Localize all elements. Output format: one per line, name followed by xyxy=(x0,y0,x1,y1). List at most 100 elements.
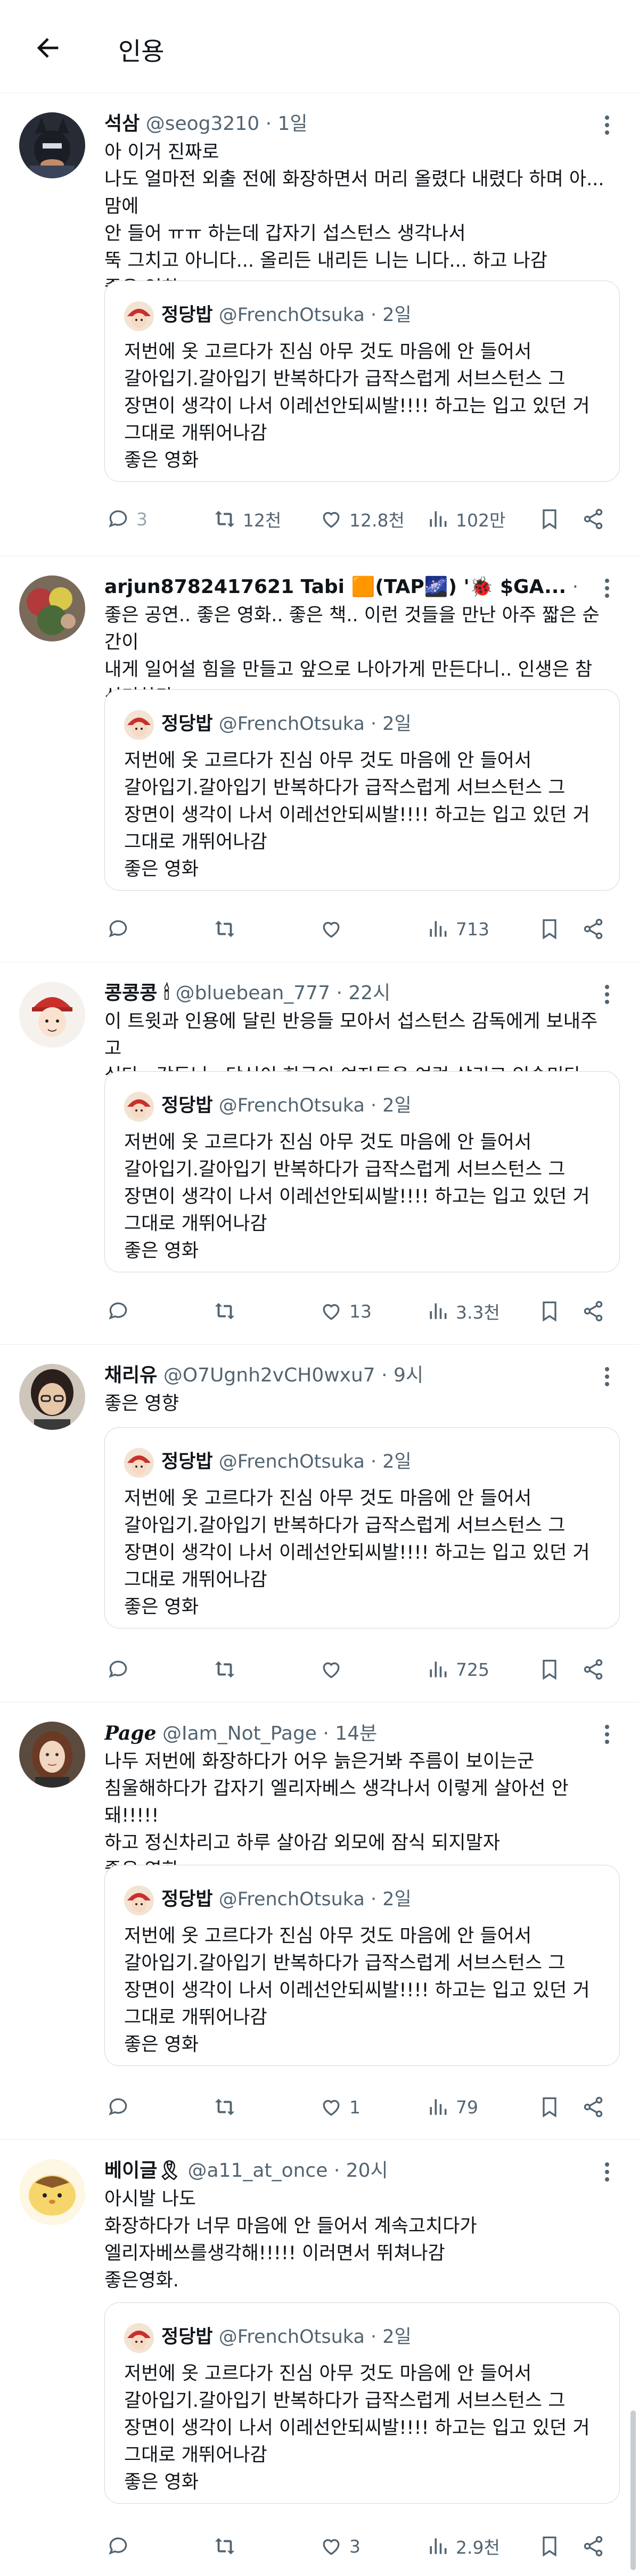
share-button[interactable] xyxy=(579,503,607,535)
views-button[interactable]: 713 xyxy=(424,913,489,945)
share-button[interactable] xyxy=(579,2530,607,2562)
handle[interactable]: @Iam_Not_Page xyxy=(162,1723,317,1744)
reply-icon xyxy=(109,1660,127,1678)
quoted-tweet[interactable]: 정당밥 @FrenchOtsuka · 2일 저번에 옷 고르다가 진심 아무 … xyxy=(104,281,620,482)
quoted-timestamp: · 2일 xyxy=(371,713,412,735)
views-chart-icon xyxy=(430,511,447,527)
avatar[interactable] xyxy=(19,2159,85,2225)
quoted-handle: @FrenchOtsuka xyxy=(218,2326,365,2348)
back-button[interactable] xyxy=(27,27,69,69)
page-title: 인용 xyxy=(118,37,165,67)
quoted-avatar xyxy=(124,1092,154,1122)
bookmark-button[interactable] xyxy=(536,1653,563,1685)
quoted-header: 정당밥 @FrenchOtsuka · 2일 xyxy=(161,1091,412,1121)
more-options-button[interactable] xyxy=(596,578,618,599)
like-button[interactable]: 3 xyxy=(317,2530,361,2562)
views-button[interactable]: 79 xyxy=(424,2091,478,2123)
more-options-button[interactable] xyxy=(596,114,618,136)
more-vertical-icon xyxy=(605,985,609,1004)
like-button[interactable]: 12.8천 xyxy=(317,503,405,535)
views-button[interactable]: 2.9천 xyxy=(424,2530,500,2562)
display-name[interactable]: 베이글🎗 xyxy=(104,2160,182,2182)
display-name[interactable]: arjun8782417621 Tabi 🟧(TAP🌌) '🐞 $GA... xyxy=(104,576,566,598)
retweet-button[interactable] xyxy=(211,1295,243,1327)
retweet-button[interactable] xyxy=(211,2091,243,2123)
tweet[interactable]: 콩콩콩 🕯 @bluebean_777 · 22시 이 트윗과 인용에 달린 반… xyxy=(0,962,639,1345)
views-button[interactable]: 102만 xyxy=(424,503,505,535)
tweet[interactable]: 베이글🎗 @a11_at_once · 20시 아시발 나도 화장하다가 너무 … xyxy=(0,2140,639,2576)
display-name[interactable]: Page xyxy=(104,1722,157,1744)
timestamp[interactable]: · 22시 xyxy=(336,982,390,1004)
bookmark-button[interactable] xyxy=(536,2091,563,2123)
reply-button[interactable] xyxy=(104,1653,136,1685)
tweet[interactable]: 채리유 @O7Ugnh2vCH0wxu7 · 9시 좋은 영향 정당밥 @Fre… xyxy=(0,1345,639,1702)
timestamp[interactable]: · 14분 xyxy=(323,1723,377,1744)
share-button[interactable] xyxy=(579,913,607,945)
reply-button[interactable] xyxy=(104,1295,136,1327)
quoted-handle: @FrenchOtsuka xyxy=(218,1095,365,1116)
tweet[interactable]: Page @Iam_Not_Page · 14분 나두 저번에 화장하다가 어우… xyxy=(0,1702,639,2140)
more-options-button[interactable] xyxy=(596,984,618,1005)
scrollbar[interactable] xyxy=(630,2410,636,2570)
avatar[interactable] xyxy=(19,1722,85,1788)
views-button[interactable]: 3.3천 xyxy=(424,1295,500,1327)
quoted-text: 저번에 옷 고르다가 진심 아무 것도 마음에 안 들어서 갈아입기.갈아입기 … xyxy=(124,1132,590,1262)
quoted-display-name: 정당밥 xyxy=(161,304,213,326)
like-button[interactable]: 1 xyxy=(317,2091,361,2123)
quoted-handle: @FrenchOtsuka xyxy=(218,1451,365,1472)
quoted-text: 저번에 옷 고르다가 진심 아무 것도 마음에 안 들어서 갈아입기.갈아입기 … xyxy=(124,2363,590,2493)
quoted-tweet[interactable]: 정당밥 @FrenchOtsuka · 2일 저번에 옷 고르다가 진심 아무 … xyxy=(104,1071,620,1272)
retweet-button[interactable]: 12천 xyxy=(211,503,281,535)
like-button[interactable] xyxy=(317,1653,349,1685)
avatar[interactable] xyxy=(19,575,85,641)
timestamp[interactable]: · 10시 xyxy=(572,576,584,598)
tweet[interactable]: arjun8782417621 Tabi 🟧(TAP🌌) '🐞 $GA... ·… xyxy=(0,556,639,962)
more-options-button[interactable] xyxy=(596,1366,618,1387)
views-button[interactable]: 725 xyxy=(424,1653,489,1685)
handle[interactable]: @bluebean_777 xyxy=(176,982,330,1004)
action-bar: 13 3.3천 xyxy=(104,1295,616,1327)
reply-icon xyxy=(109,510,127,528)
timestamp[interactable]: · 1일 xyxy=(266,113,308,135)
bookmark-button[interactable] xyxy=(536,1295,563,1327)
retweet-button[interactable] xyxy=(211,2530,243,2562)
reply-icon xyxy=(109,2537,127,2555)
quoted-avatar xyxy=(124,301,154,331)
timestamp[interactable]: · 9시 xyxy=(381,1364,423,1386)
share-button[interactable] xyxy=(579,1295,607,1327)
share-button[interactable] xyxy=(579,2091,607,2123)
retweet-button[interactable] xyxy=(211,1653,243,1685)
display-name[interactable]: 채리유 xyxy=(104,1364,157,1386)
reply-button[interactable] xyxy=(104,913,136,945)
avatar[interactable] xyxy=(19,982,85,1048)
timestamp[interactable]: · 20시 xyxy=(334,2160,388,2182)
avatar[interactable] xyxy=(19,112,85,178)
bookmark-button[interactable] xyxy=(536,913,563,945)
quoted-handle: @FrenchOtsuka xyxy=(218,304,365,326)
like-button[interactable]: 13 xyxy=(317,1295,372,1327)
display-name[interactable]: 콩콩콩 🕯 xyxy=(104,982,169,1004)
handle[interactable]: @a11_at_once xyxy=(188,2160,328,2182)
tweet[interactable]: 석삼 @seog3210 · 1일 아 이거 진짜로 나도 얼마전 외출 전에 … xyxy=(0,93,639,556)
display-name[interactable]: 석삼 xyxy=(104,113,140,135)
more-options-button[interactable] xyxy=(596,2161,618,2183)
tweet-text: 나두 저번에 화장하다가 어우 늙은거봐 주름이 보이는군 침울해하다가 갑자기… xyxy=(104,1751,569,1881)
retweet-icon xyxy=(215,1303,235,1320)
reply-button[interactable] xyxy=(104,2091,136,2123)
quoted-tweet[interactable]: 정당밥 @FrenchOtsuka · 2일 저번에 옷 고르다가 진심 아무 … xyxy=(104,2302,620,2504)
bookmark-button[interactable] xyxy=(536,503,563,535)
more-options-button[interactable] xyxy=(596,1724,618,1745)
handle[interactable]: @seog3210 xyxy=(146,113,259,135)
reply-button[interactable]: 3 xyxy=(104,503,148,535)
handle[interactable]: @O7Ugnh2vCH0wxu7 xyxy=(163,1364,375,1386)
quoted-tweet[interactable]: 정당밥 @FrenchOtsuka · 2일 저번에 옷 고르다가 진심 아무 … xyxy=(104,1865,620,2066)
share-button[interactable] xyxy=(579,1653,607,1685)
quoted-tweet[interactable]: 정당밥 @FrenchOtsuka · 2일 저번에 옷 고르다가 진심 아무 … xyxy=(104,689,620,891)
retweet-icon xyxy=(215,920,235,937)
retweet-button[interactable] xyxy=(211,913,243,945)
reply-button[interactable] xyxy=(104,2530,136,2562)
like-button[interactable] xyxy=(317,913,349,945)
bookmark-button[interactable] xyxy=(536,2530,563,2562)
avatar[interactable] xyxy=(19,1364,85,1430)
quoted-tweet[interactable]: 정당밥 @FrenchOtsuka · 2일 저번에 옷 고르다가 진심 아무 … xyxy=(104,1427,620,1628)
